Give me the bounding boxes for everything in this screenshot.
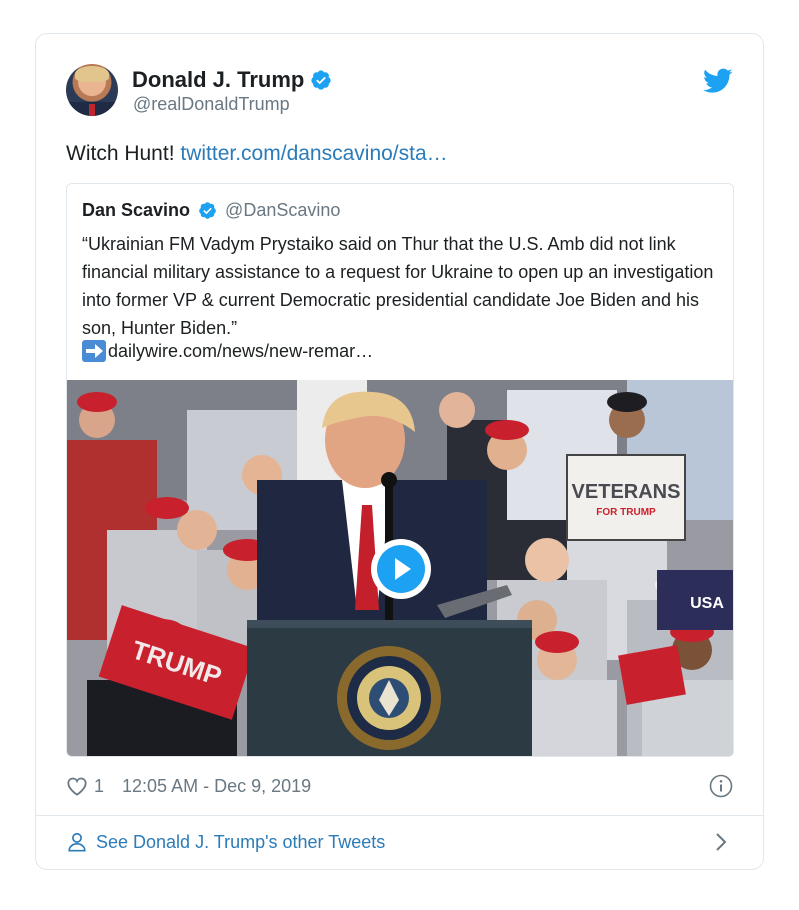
- see-other-tweets-label[interactable]: See Donald J. Trump's other Tweets: [96, 832, 385, 853]
- heart-icon[interactable]: [66, 776, 88, 796]
- quoted-tweet-link[interactable]: dailywire.com/news/new-remar…: [108, 341, 373, 362]
- video-thumbnail[interactable]: VETERANS FOR TRUMP TRUMP USA: [67, 380, 733, 756]
- quoted-author-handle[interactable]: @DanScavino: [225, 200, 340, 221]
- play-icon: [377, 545, 425, 593]
- usa-sign-text: USA: [690, 595, 724, 612]
- person-icon: [68, 832, 86, 852]
- quoted-author-name[interactable]: Dan Scavino: [82, 200, 190, 221]
- quoted-tweet-text: “Ukrainian FM Vadym Prystaiko said on Th…: [82, 234, 714, 338]
- veterans-sign-subtitle: FOR TRUMP: [596, 507, 656, 518]
- tweet-header: Donald J. Trump @realDonaldTrump: [66, 64, 733, 124]
- quoted-tweet-header: Dan Scavino @DanScavino: [82, 200, 340, 221]
- author-name-row[interactable]: Donald J. Trump: [132, 67, 332, 93]
- verified-icon: [199, 202, 216, 219]
- tweet-text: Witch Hunt! twitter.com/danscavino/sta…: [66, 142, 448, 166]
- tweet-link[interactable]: twitter.com/danscavino/sta…: [180, 142, 447, 165]
- veterans-sign-title: VETERANS: [572, 481, 681, 503]
- see-other-tweets-link[interactable]: See Donald J. Trump's other Tweets: [66, 827, 733, 857]
- play-button[interactable]: [371, 539, 431, 599]
- chevron-right-icon[interactable]: [715, 832, 727, 852]
- arrow-right-emoji-icon: [82, 340, 106, 362]
- author-handle[interactable]: @realDonaldTrump: [133, 94, 290, 115]
- quoted-tweet-link-row[interactable]: dailywire.com/news/new-remar…: [82, 340, 373, 362]
- tweet-text-body: Witch Hunt!: [66, 142, 175, 165]
- like-count[interactable]: 1: [94, 776, 104, 797]
- verified-icon: [311, 70, 331, 90]
- timestamp[interactable]: 12:05 AM - Dec 9, 2019: [122, 776, 311, 797]
- divider: [36, 815, 763, 816]
- quoted-tweet[interactable]: Dan Scavino @DanScavino “Ukrainian FM Va…: [66, 183, 734, 757]
- info-icon[interactable]: [709, 774, 733, 798]
- embedded-tweet-card: Donald J. Trump @realDonaldTrump Witch H…: [35, 33, 764, 870]
- author-display-name[interactable]: Donald J. Trump: [132, 67, 304, 93]
- twitter-bird-icon[interactable]: [703, 68, 733, 94]
- author-avatar[interactable]: [66, 64, 118, 116]
- tweet-meta: 1 12:05 AM - Dec 9, 2019: [66, 772, 733, 800]
